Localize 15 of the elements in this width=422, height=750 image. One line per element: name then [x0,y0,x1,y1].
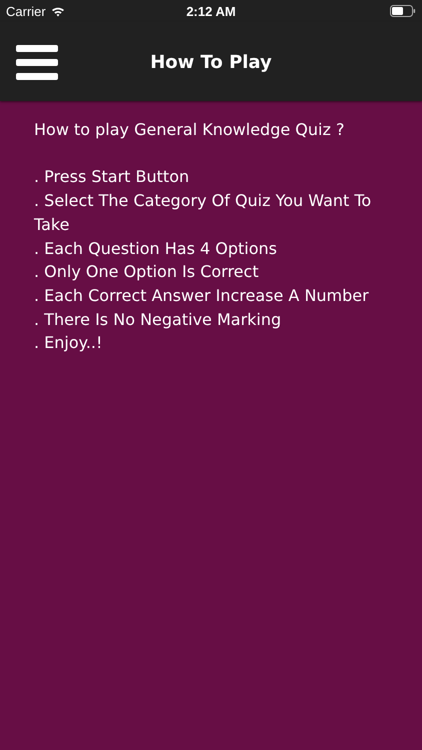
carrier-name: Carrier [6,4,46,18]
rule-text: . Only One Option Is Correct [34,261,260,284]
clock-time: 2:12 AM [186,4,236,18]
menu-button[interactable] [16,44,58,80]
wifi-icon [50,6,65,16]
rule-text: . Enjoy..! [34,332,104,354]
rule-text: . There Is No Negative Marking [34,308,282,331]
battery-icon [390,5,416,17]
screen-title: How To Play [150,52,272,73]
menu-icon [16,44,58,80]
rule-text: . Press Start Button [34,166,190,188]
instructions-heading: How to play General Knowledge Quiz ? [34,119,346,141]
rule-text: . Each Correct Answer Increase A Number [34,284,370,307]
rule-text: . Select The Category Of Quiz You Want To Take [34,190,372,236]
rule-text: . Each Question Has 4 Options [34,238,278,260]
